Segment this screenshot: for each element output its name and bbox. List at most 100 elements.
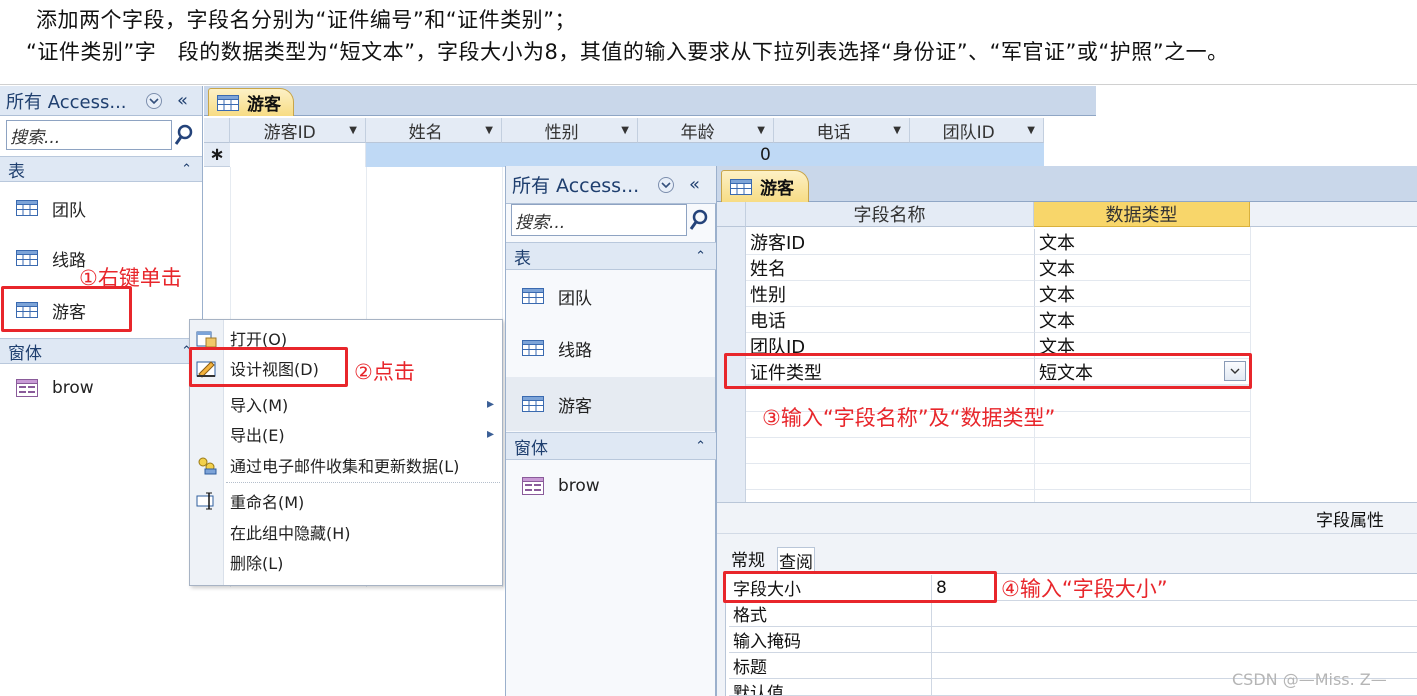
- right-navigation-pane: 所有 Access... « 搜索... 表 ⌃ 团队 线路 游客 窗体 ⌃ b…: [505, 166, 716, 696]
- menu-item-import[interactable]: 导入(M) ▸: [192, 390, 498, 418]
- nav-item-team[interactable]: 团队: [0, 190, 200, 226]
- nav-search-input[interactable]: 搜索...: [6, 120, 172, 150]
- property-label: 标题: [729, 653, 931, 679]
- field-name-cell[interactable]: 性别: [746, 281, 1034, 307]
- dropdown-arrow-icon[interactable]: ▼: [893, 125, 901, 136]
- column-header-label: 姓名: [408, 122, 443, 143]
- nav-item-tourist-selected[interactable]: 游客: [506, 377, 715, 431]
- nav-search-input[interactable]: 搜索...: [511, 204, 687, 236]
- divider: [0, 84, 1417, 85]
- menu-item-label: 重命名(M): [230, 493, 305, 512]
- nav-item-route[interactable]: 线路: [506, 328, 715, 368]
- chevron-down-icon[interactable]: [145, 92, 163, 110]
- search-icon[interactable]: [172, 120, 196, 150]
- nav-group-tables[interactable]: 表 ⌃: [506, 242, 716, 270]
- dropdown-arrow-icon[interactable]: ▼: [757, 125, 765, 136]
- grid-line: [746, 463, 1250, 464]
- column-header-label: 团队ID: [942, 122, 995, 143]
- tab-tourist-datasheet[interactable]: 游客: [208, 88, 294, 116]
- table-icon: [217, 94, 239, 111]
- data-type-cell[interactable]: 文本: [1034, 307, 1250, 333]
- table-icon: [522, 396, 544, 412]
- nav-item-label: 游客: [558, 396, 592, 417]
- column-header-phone[interactable]: 电话 ▼: [774, 118, 910, 143]
- menu-item-export[interactable]: 导出(E) ▸: [192, 420, 498, 448]
- nav-item-form-brow[interactable]: brow: [506, 466, 715, 506]
- nav-item-team[interactable]: 团队: [506, 276, 715, 316]
- nav-item-form-brow[interactable]: brow: [0, 370, 200, 406]
- column-header-team-id[interactable]: 团队ID ▼: [910, 118, 1044, 143]
- new-record-marker[interactable]: ∗: [204, 143, 230, 167]
- menu-item-label: 在此组中隐藏(H): [230, 524, 351, 543]
- table-icon: [16, 250, 38, 266]
- tab-tourist-design[interactable]: 游客: [721, 170, 809, 202]
- column-header-label: 年龄: [680, 122, 715, 143]
- submenu-arrow-icon: ▸: [486, 426, 494, 442]
- instruction-line-2: “证件类别”字 段的数据类型为“短文本”，字段大小为8，其值的输入要求从下拉列表…: [26, 40, 1229, 64]
- new-row-age-default: 0: [760, 145, 771, 165]
- column-header-data-type[interactable]: 数据类型: [1034, 202, 1250, 227]
- annotation-step3: ③输入“字段名称”及“数据类型”: [762, 406, 1056, 430]
- instruction-line-1: 添加两个字段，字段名分别为“证件编号”和“证件类别”；: [36, 8, 577, 32]
- property-label: 默认值: [729, 679, 931, 696]
- column-header-tourist-id[interactable]: 游客ID ▼: [230, 118, 366, 143]
- left-navigation-pane: 所有 Access... « 搜索... 表 ⌃ 团队 线路 游客 窗体 ⌃ b…: [0, 86, 203, 586]
- column-header-age[interactable]: 年龄 ▼: [638, 118, 774, 143]
- new-row-selected-cells[interactable]: 0: [366, 143, 1044, 167]
- tab-lookup[interactable]: 查阅: [777, 547, 815, 573]
- nav-item-label: brow: [52, 378, 94, 398]
- nav-item-label: 团队: [52, 200, 86, 221]
- data-type-cell[interactable]: 文本: [1034, 229, 1250, 255]
- dropdown-arrow-icon[interactable]: ▼: [349, 125, 357, 136]
- menu-item-label: 导出(E): [230, 426, 285, 445]
- input-mask-input[interactable]: [931, 627, 1417, 653]
- tab-general[interactable]: 常规: [731, 546, 765, 571]
- property-label: 格式: [729, 601, 931, 627]
- nav-group-forms[interactable]: 窗体 ⌃: [506, 432, 716, 460]
- nav-group-forms-label: 窗体: [8, 343, 42, 364]
- menu-item-rename[interactable]: 重命名(M): [192, 487, 498, 515]
- column-header-name[interactable]: 姓名 ▼: [366, 118, 502, 143]
- collapse-pane-icon[interactable]: «: [689, 174, 700, 195]
- dropdown-arrow-icon[interactable]: ▼: [621, 125, 629, 136]
- search-icon[interactable]: [687, 204, 711, 236]
- collapse-group-icon[interactable]: ⌃: [181, 162, 192, 177]
- nav-group-tables-label: 表: [514, 248, 531, 269]
- nav-header[interactable]: 所有 Access... «: [0, 86, 202, 116]
- format-input[interactable]: [931, 601, 1417, 627]
- field-name-cell[interactable]: 电话: [746, 307, 1034, 333]
- column-header-label: 电话: [816, 122, 851, 143]
- menu-item-delete[interactable]: 删除(L): [192, 548, 498, 576]
- row-selector-corner[interactable]: [717, 202, 746, 227]
- field-name-cell[interactable]: 游客ID: [746, 229, 1034, 255]
- dropdown-arrow-icon[interactable]: ▼: [485, 125, 493, 136]
- select-all-corner[interactable]: [204, 118, 230, 143]
- data-type-cell[interactable]: 文本: [1034, 281, 1250, 307]
- grid-line: [746, 489, 1250, 490]
- menu-item-email-collect[interactable]: 通过电子邮件收集和更新数据(L): [192, 451, 498, 479]
- column-header-gender[interactable]: 性别 ▼: [502, 118, 638, 143]
- menu-item-hide-in-group[interactable]: 在此组中隐藏(H): [192, 518, 498, 546]
- dropdown-arrow-icon[interactable]: ▼: [1027, 125, 1035, 136]
- column-header-description[interactable]: [1250, 202, 1417, 227]
- annotation-step1: ①右键单击: [79, 266, 182, 290]
- data-type-cell[interactable]: 文本: [1034, 255, 1250, 281]
- nav-item-label: brow: [558, 476, 600, 496]
- nav-group-tables[interactable]: 表 ⌃: [0, 156, 202, 182]
- collapse-group-icon[interactable]: ⌃: [695, 439, 706, 454]
- new-row-cell[interactable]: [230, 143, 366, 167]
- nav-group-forms[interactable]: 窗体 ⌃: [0, 338, 202, 364]
- collapse-group-icon[interactable]: ⌃: [695, 249, 706, 264]
- chevron-down-icon[interactable]: [657, 176, 675, 194]
- open-icon: [192, 328, 222, 348]
- rename-icon: [192, 491, 222, 511]
- submenu-arrow-icon: ▸: [486, 396, 494, 412]
- field-name-cell[interactable]: 姓名: [746, 255, 1034, 281]
- nav-header[interactable]: 所有 Access... «: [506, 166, 716, 204]
- grid-line: [746, 437, 1250, 438]
- column-header-label: 游客ID: [263, 122, 316, 143]
- collapse-pane-icon[interactable]: «: [177, 90, 188, 111]
- field-properties-header: 字段属性: [717, 502, 1417, 534]
- column-header-field-name[interactable]: 字段名称: [746, 202, 1034, 227]
- email-collect-icon: [192, 455, 222, 475]
